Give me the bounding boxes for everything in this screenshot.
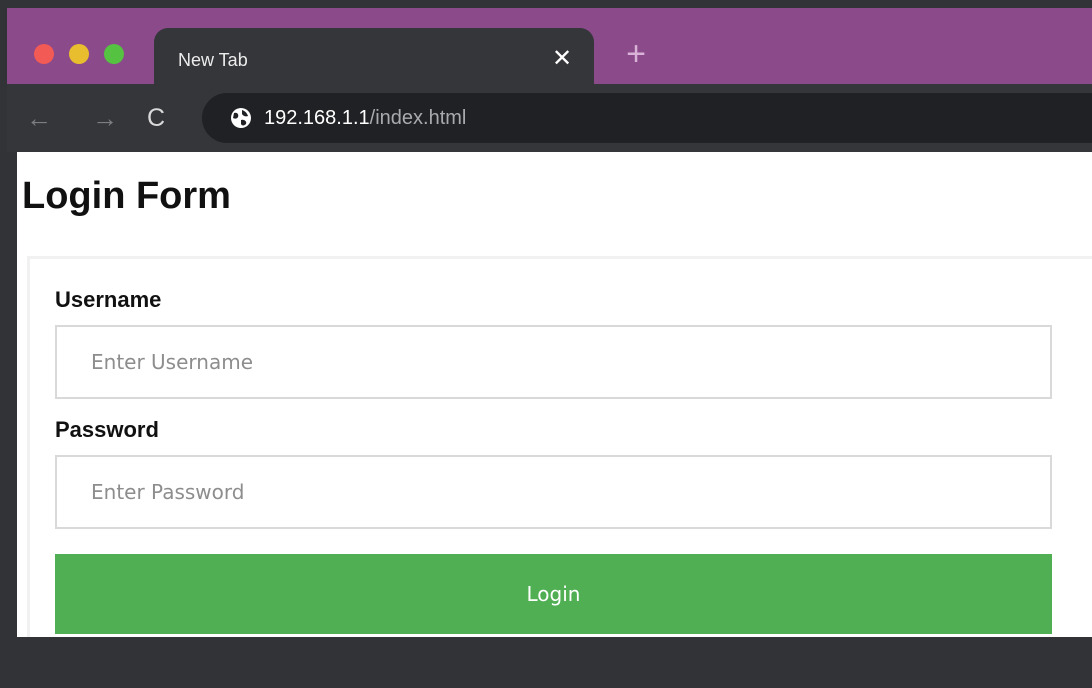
window-maximize-button[interactable] (104, 44, 124, 64)
login-form: Username Password Login (27, 256, 1092, 637)
username-label: Username (55, 287, 162, 312)
address-bar[interactable]: 192.168.1.1/index.html (202, 93, 1092, 143)
browser-toolbar: ← → C 192.168.1.1/index.html (7, 84, 1092, 152)
new-tab-button[interactable]: + (621, 37, 651, 71)
globe-icon (230, 107, 252, 129)
url-host: 192.168.1.1 (264, 107, 370, 129)
password-input[interactable] (55, 455, 1052, 529)
address-url: 192.168.1.1/index.html (264, 107, 466, 129)
reload-icon[interactable]: C (142, 104, 170, 132)
browser-tab[interactable]: New Tab ✕ (154, 28, 594, 92)
browser-tabstrip: New Tab ✕ + (7, 8, 1092, 92)
username-input[interactable] (55, 325, 1052, 399)
page-title: Login Form (22, 175, 231, 217)
back-arrow-icon[interactable]: ← (25, 104, 53, 132)
tab-title: New Tab (178, 50, 248, 70)
password-label: Password (55, 417, 159, 442)
forward-arrow-icon[interactable]: → (91, 104, 119, 132)
login-button[interactable]: Login (55, 554, 1052, 634)
url-path: /index.html (369, 107, 467, 129)
window-minimize-button[interactable] (69, 44, 89, 64)
close-icon[interactable]: ✕ (550, 44, 574, 74)
page-viewport: Login Form Username Password Login (17, 152, 1092, 637)
window-close-button[interactable] (34, 44, 54, 64)
